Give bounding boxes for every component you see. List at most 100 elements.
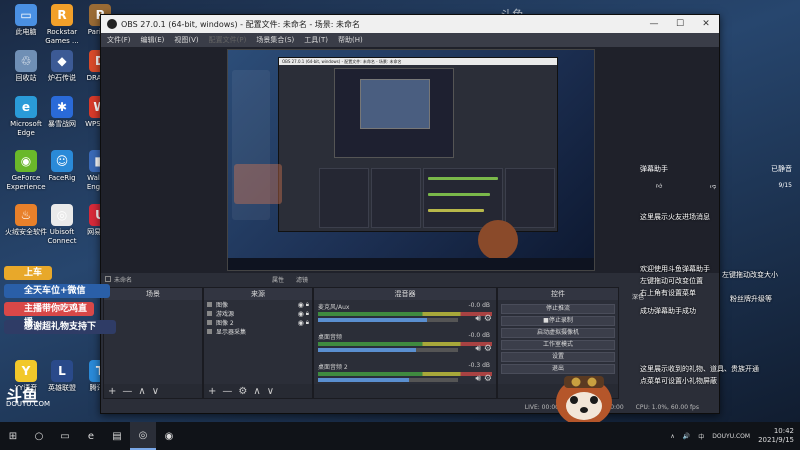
sources-dock: 来源 图像 ◉ 🔒︎ 游戏源 ◉ 🔒︎ 图像 2 ◉ 🔒︎ 显示器采集 + — …: [203, 287, 313, 399]
app-icon: ☺: [51, 150, 73, 172]
overlay-ghost-text: 深色: [632, 294, 645, 301]
menu-help[interactable]: 帮助(H): [338, 35, 363, 45]
volume-slider[interactable]: [318, 318, 458, 322]
start-icon[interactable]: ⊞: [0, 422, 26, 450]
overlay-message: 粉丝牌升级等: [730, 295, 772, 303]
clock[interactable]: 10:42 2021/9/15: [758, 427, 794, 445]
obs-logo-icon: [107, 19, 117, 29]
promo-line: 主播带你吃鸡直播: [4, 302, 94, 328]
settings-button[interactable]: 设置: [501, 352, 615, 362]
gear-icon[interactable]: ⚙: [484, 374, 492, 384]
mixer-channel: 桌面音频 -0.0 dB 🔊︎ ⚙: [314, 330, 496, 360]
volume-icon[interactable]: 🔊: [683, 433, 690, 440]
window-title: OBS 27.0.1 (64-bit, windows) - 配置文件: 未命名…: [121, 19, 361, 29]
nested-preview: [334, 68, 454, 158]
gear-icon[interactable]: ⚙: [484, 344, 492, 354]
sources-toolbar: + — ⚙ ∧ ∨: [204, 384, 312, 398]
overlay-message: 左键拖动改变大小: [722, 271, 778, 279]
visibility-icon[interactable]: ◉: [298, 319, 304, 327]
lock-icon[interactable]: 🔒︎: [306, 310, 309, 318]
properties-button[interactable]: 属性: [272, 275, 284, 284]
app-icon: ✱: [51, 96, 73, 118]
ime-icon[interactable]: 中: [698, 432, 704, 441]
visibility-icon[interactable]: ◉: [298, 310, 304, 318]
minimize-button[interactable]: —: [641, 19, 667, 29]
red-panda-avatar: [556, 376, 612, 430]
thumb-down-icon[interactable]: 👎︎: [710, 182, 716, 190]
speaker-icon[interactable]: 🔊︎: [475, 314, 481, 324]
nested-obs-capture: OBS 27.0.1 (64-bit, windows) - 配置文件: 未命名…: [278, 57, 558, 232]
tray-expand-icon[interactable]: ∧: [670, 433, 674, 440]
menu-scene-collection[interactable]: 场景集合(S): [256, 35, 294, 45]
filters-button[interactable]: 滤镜: [296, 275, 308, 284]
source-settings-button[interactable]: ⚙: [238, 386, 247, 397]
source-item[interactable]: 游戏源 ◉ 🔒︎: [204, 309, 312, 318]
thumb-up-icon[interactable]: 👍︎: [656, 182, 662, 190]
studio-mode-button[interactable]: 工作室模式: [501, 340, 615, 350]
visibility-icon[interactable]: ◉: [298, 301, 304, 309]
channel-name: 桌面音频 2: [318, 364, 348, 371]
gear-icon[interactable]: ⚙: [484, 314, 492, 324]
remove-source-button[interactable]: —: [222, 386, 232, 397]
nested-dock-mixer: [423, 168, 503, 228]
cpu-fps: CPU: 1.0%, 60.00 fps: [635, 403, 699, 411]
clock-date: 2021/9/15: [758, 436, 794, 444]
lock-icon[interactable]: 🔒︎: [306, 319, 309, 327]
preview-canvas[interactable]: OBS 27.0.1 (64-bit, windows) - 配置文件: 未命名…: [227, 49, 595, 271]
volume-slider[interactable]: [318, 348, 458, 352]
menu-edit[interactable]: 编辑(E): [141, 35, 165, 45]
app-icon: R: [51, 4, 73, 26]
volume-slider[interactable]: [318, 378, 458, 382]
task-view-icon[interactable]: ▭: [52, 422, 78, 450]
nested-dock-controls: [505, 168, 555, 228]
system-tray: ∧ 🔊 中 DOUYU.COM 10:42 2021/9/15: [670, 427, 800, 445]
speaker-icon[interactable]: 🔊︎: [475, 374, 481, 384]
edge-icon[interactable]: e: [78, 422, 104, 450]
app-icon: ◉: [15, 150, 37, 172]
mixer-channel: 桌面音频 2 -0.3 dB 🔊︎ ⚙: [314, 360, 496, 390]
taskbar: ⊞ ○ ▭ e ▤ ◎ ◉ ∧ 🔊 中 DOUYU.COM 10:42 2021…: [0, 422, 800, 450]
menu-profile[interactable]: 配置文件(P): [209, 35, 247, 45]
app-taskbar-icon[interactable]: ◉: [156, 422, 182, 450]
obs-titlebar[interactable]: OBS 27.0.1 (64-bit, windows) - 配置文件: 未命名…: [101, 15, 719, 33]
add-scene-button[interactable]: +: [108, 386, 116, 397]
source-item[interactable]: 图像 ◉ 🔒︎: [204, 300, 312, 309]
source-label: 图像: [216, 302, 229, 309]
overlay-message: 左键拖动可改变位置: [640, 277, 703, 285]
move-scene-down-button[interactable]: ∨: [152, 386, 159, 397]
source-item[interactable]: 图像 2 ◉ 🔒︎: [204, 318, 312, 327]
channel-name: 桌面音频: [318, 334, 343, 341]
menu-file[interactable]: 文件(F): [107, 35, 131, 45]
tray-douyu-label: DOUYU.COM: [712, 432, 751, 440]
move-scene-up-button[interactable]: ∧: [138, 386, 145, 397]
mixer-dock: 混音器 麦克风/Aux -0.0 dB 🔊︎ ⚙ 桌面音频 -0.0 dB 🔊︎ ⚙ 桌面音…: [313, 287, 497, 399]
window-controls: — ☐ ✕: [641, 19, 719, 29]
remove-scene-button[interactable]: —: [122, 386, 132, 397]
search-icon[interactable]: ○: [26, 422, 52, 450]
stop-streaming-button[interactable]: 停止推流: [501, 304, 615, 314]
obs-taskbar-icon[interactable]: ◎: [130, 422, 156, 450]
speaker-icon[interactable]: 🔊︎: [475, 344, 481, 354]
app-icon: ◎: [51, 204, 73, 226]
menu-view[interactable]: 视图(V): [174, 35, 198, 45]
start-virtual-camera-button[interactable]: 启动虚拟摄像机: [501, 328, 615, 338]
move-source-down-button[interactable]: ∨: [267, 386, 274, 397]
nested-dock-scenes: [319, 168, 369, 228]
nested-titlebar: OBS 27.0.1 (64-bit, windows) - 配置文件: 未命名…: [279, 58, 557, 65]
volume-meter: [318, 312, 492, 316]
menu-tools[interactable]: 工具(T): [304, 35, 328, 45]
app-icon: e: [15, 96, 37, 118]
move-source-up-button[interactable]: ∧: [253, 386, 260, 397]
stop-recording-button[interactable]: ■停止录制: [501, 316, 615, 326]
close-button[interactable]: ✕: [693, 19, 719, 29]
source-item[interactable]: 显示器采集: [204, 327, 312, 336]
promo-line: 全天车位+微信: [4, 284, 110, 298]
app-icon: ♨: [15, 204, 37, 226]
file-explorer-icon[interactable]: ▤: [104, 422, 130, 450]
overlay-mute-status[interactable]: 已静音: [771, 164, 792, 174]
lock-icon[interactable]: 🔒︎: [306, 301, 309, 309]
add-source-button[interactable]: +: [208, 386, 216, 397]
maximize-button[interactable]: ☐: [667, 19, 693, 29]
overlay-counter: 9/15: [778, 182, 792, 189]
nested-promo: [234, 164, 282, 204]
